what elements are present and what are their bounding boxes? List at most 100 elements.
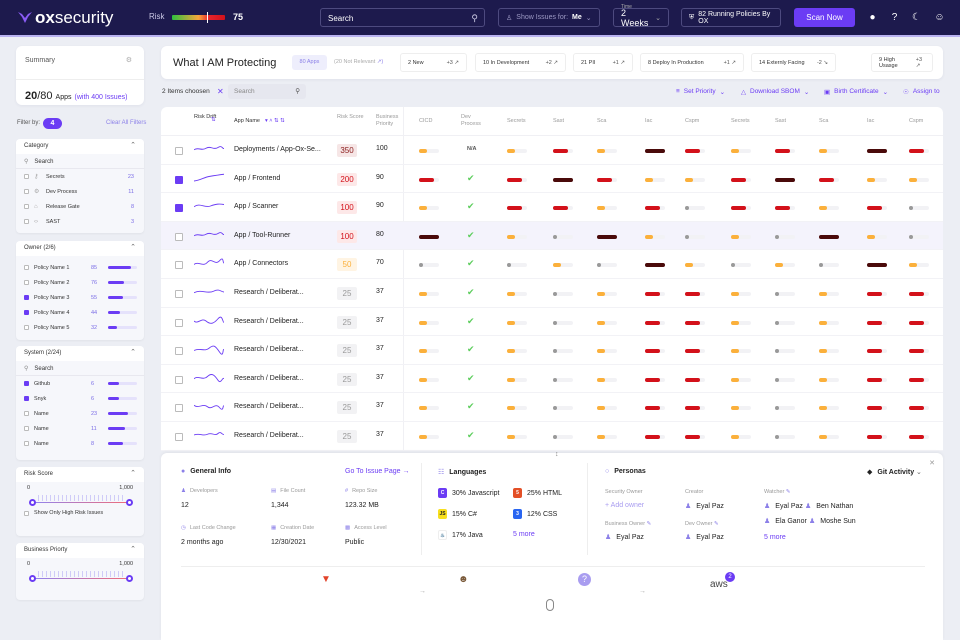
column-header[interactable]: CICD — [419, 118, 432, 125]
severity-indicator[interactable] — [645, 320, 665, 325]
severity-indicator[interactable] — [507, 177, 527, 182]
severity-indicator[interactable] — [819, 349, 839, 354]
download-sbom-button[interactable]: △ Download SBOM ⌄ — [741, 88, 809, 96]
slider-min-handle[interactable] — [29, 575, 36, 582]
severity-indicator[interactable] — [909, 234, 929, 239]
row-checkbox[interactable] — [175, 347, 183, 356]
row-checkbox[interactable] — [175, 147, 183, 155]
dark-mode-icon[interactable]: ☾ — [911, 12, 922, 23]
clear-all-filters-link[interactable]: Clear All Filters — [106, 120, 146, 126]
close-icon[interactable]: ✕ — [929, 459, 935, 467]
severity-indicator[interactable] — [645, 206, 665, 211]
severity-indicator[interactable] — [731, 406, 751, 411]
app-name[interactable]: App / Scanner — [234, 203, 278, 210]
severity-indicator[interactable] — [775, 263, 795, 268]
severity-indicator[interactable] — [419, 292, 439, 296]
system-search-input[interactable]: ⚲ Search — [16, 361, 144, 376]
severity-indicator[interactable] — [597, 292, 617, 296]
column-header[interactable]: Secrets — [731, 118, 750, 125]
severity-indicator[interactable] — [775, 349, 795, 354]
severity-indicator[interactable] — [819, 435, 839, 439]
severity-indicator[interactable] — [909, 292, 929, 296]
severity-indicator[interactable] — [553, 234, 573, 239]
severity-indicator[interactable] — [685, 292, 705, 296]
checkbox[interactable] — [24, 280, 29, 285]
system-filter-item[interactable]: Name 23 — [16, 406, 144, 421]
go-to-issue-page-link[interactable]: Go To Issue Page → — [345, 468, 409, 475]
severity-indicator[interactable] — [597, 406, 617, 411]
stat-chip[interactable]: 10 In Development +2 ↗ — [475, 53, 566, 72]
help-icon[interactable]: ? — [889, 12, 900, 23]
severity-indicator[interactable] — [685, 263, 705, 268]
checkbox[interactable] — [24, 189, 29, 194]
stat-chip[interactable]: 8 Deploy In Production +1 ↗ — [640, 53, 744, 72]
app-name[interactable]: App / Tool-Runner — [234, 232, 290, 239]
category-filter-item[interactable]: ‹› SAST 3 — [16, 214, 144, 229]
checkbox[interactable] — [24, 174, 29, 179]
severity-indicator[interactable] — [685, 206, 705, 211]
severity-indicator[interactable] — [507, 206, 527, 211]
app-name[interactable]: App / Frontend — [234, 175, 280, 182]
severity-indicator[interactable] — [597, 206, 617, 211]
sort-icon[interactable]: ▾ ˄ ⇅ ⇅ — [265, 118, 285, 125]
severity-indicator[interactable] — [867, 263, 887, 268]
jenkins-icon[interactable]: ☻ — [458, 574, 469, 585]
category-filter-item[interactable]: ⚷ Secrets 23 — [16, 169, 144, 184]
table-row[interactable]: Research / Deliberat... 25 37 ✔ — [161, 279, 943, 308]
row-checkbox[interactable] — [175, 204, 183, 213]
severity-indicator[interactable] — [597, 349, 617, 354]
checkbox[interactable] — [24, 219, 29, 224]
severity-indicator[interactable] — [731, 320, 751, 325]
severity-indicator[interactable] — [775, 292, 795, 296]
add-owner-button[interactable]: + Add owner — [605, 502, 644, 509]
severity-indicator[interactable] — [645, 177, 665, 182]
severity-indicator[interactable] — [685, 377, 705, 382]
stat-chip[interactable]: 21 PII +1 ↗ — [573, 53, 633, 72]
severity-indicator[interactable] — [597, 234, 617, 239]
severity-indicator[interactable] — [553, 263, 573, 268]
column-header[interactable]: Iac — [867, 118, 874, 125]
table-row[interactable]: Research / Deliberat... 25 37 ✔ — [161, 422, 943, 451]
severity-indicator[interactable] — [909, 149, 929, 153]
severity-indicator[interactable] — [597, 149, 617, 153]
severity-indicator[interactable] — [867, 377, 887, 382]
row-checkbox[interactable] — [175, 261, 183, 270]
severity-indicator[interactable] — [731, 377, 751, 382]
row-checkbox[interactable] — [175, 290, 183, 298]
severity-indicator[interactable] — [819, 149, 839, 153]
severity-indicator[interactable] — [867, 177, 887, 182]
severity-indicator[interactable] — [645, 377, 665, 382]
sort-icon[interactable]: ⇅ — [211, 117, 216, 124]
high-risk-only-checkbox[interactable]: Show Only High Risk Issues — [24, 510, 103, 516]
stat-chip[interactable]: 2 New +3 ↗ — [400, 53, 467, 72]
severity-indicator[interactable] — [819, 177, 839, 182]
severity-indicator[interactable] — [731, 292, 751, 296]
scan-now-button[interactable]: Scan Now — [794, 8, 855, 27]
edit-icon[interactable]: ✎ — [786, 489, 791, 495]
severity-indicator[interactable] — [909, 320, 929, 325]
row-checkbox[interactable] — [175, 404, 183, 413]
severity-indicator[interactable] — [775, 435, 795, 439]
severity-indicator[interactable] — [731, 234, 751, 239]
app-name[interactable]: Research / Deliberat... — [234, 318, 304, 325]
app-name[interactable]: Research / Deliberat... — [234, 289, 304, 296]
app-name[interactable]: Research / Deliberat... — [234, 346, 304, 353]
row-checkbox[interactable] — [175, 175, 183, 184]
birth-certificate-button[interactable]: ▣ Birth Certificate ⌄ — [824, 88, 888, 96]
set-priority-button[interactable]: ≡ Set Priority ⌄ — [676, 88, 725, 96]
severity-indicator[interactable] — [867, 406, 887, 411]
severity-indicator[interactable] — [819, 292, 839, 296]
severity-indicator[interactable] — [553, 292, 573, 296]
system-filter-item[interactable]: Github 6 — [16, 376, 144, 391]
unknown-icon[interactable]: ? — [578, 573, 591, 586]
row-checkbox[interactable] — [175, 232, 183, 241]
severity-indicator[interactable] — [419, 234, 439, 239]
column-header[interactable]: Sast — [553, 118, 564, 125]
column-header[interactable]: Secrets — [507, 118, 526, 125]
stat-chip[interactable]: 9 High Usasge +3 ↗ — [871, 53, 933, 72]
severity-indicator[interactable] — [597, 435, 617, 439]
issues-link[interactable]: (with 400 Issues) — [75, 94, 128, 101]
severity-indicator[interactable] — [419, 320, 439, 325]
edit-icon[interactable]: ✎ — [714, 521, 719, 527]
slider-max-handle[interactable] — [126, 499, 133, 506]
